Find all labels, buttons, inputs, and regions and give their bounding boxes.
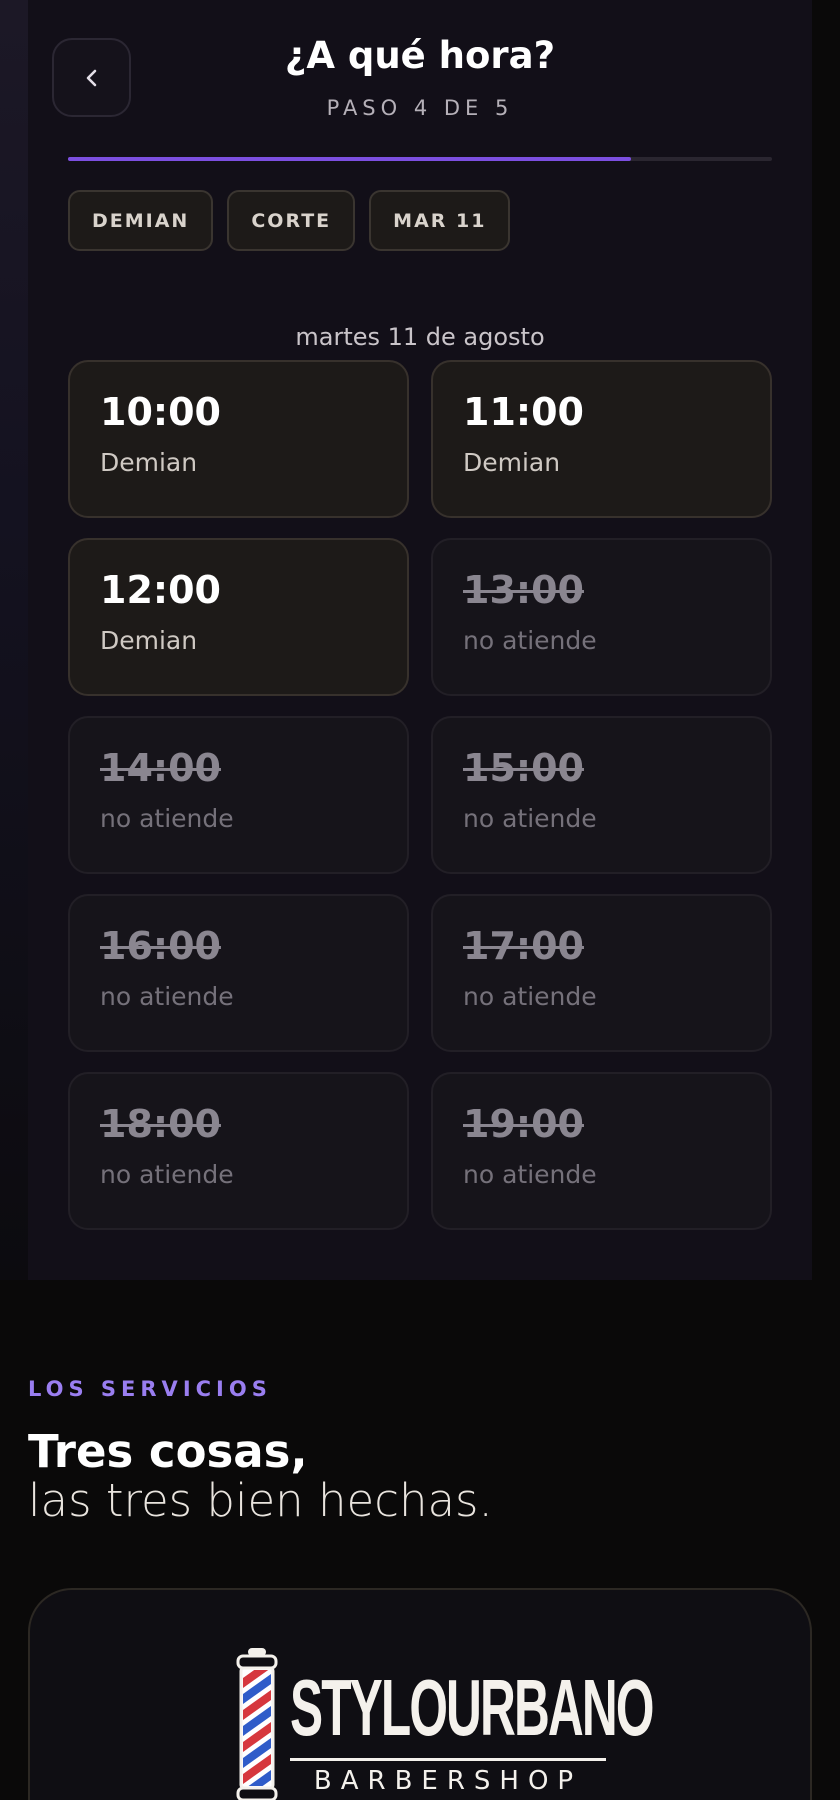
selection-summary: DEMIAN CORTE MAR 11 <box>68 190 511 251</box>
slot-time: 12:00 <box>100 568 221 612</box>
time-slot: 18:00 no atiende <box>68 1072 409 1230</box>
time-slot: 15:00 no atiende <box>431 716 772 874</box>
brand-logo: STYLOURBANO BARBERSHOP <box>234 1648 654 1800</box>
time-slot: 13:00 no atiende <box>431 538 772 696</box>
chip-service[interactable]: CORTE <box>227 190 356 251</box>
progress-bar <box>68 157 772 161</box>
date-label: martes 11 de agosto <box>295 323 545 351</box>
side-gradient <box>0 0 28 1280</box>
time-slot: 17:00 no atiende <box>431 894 772 1052</box>
slot-time: 19:00 <box>463 1102 584 1146</box>
slot-time: 13:00 <box>463 568 584 612</box>
brand-tagline: BARBERSHOP <box>313 1766 583 1796</box>
slot-status: no atiende <box>463 1159 597 1189</box>
slot-status: no atiende <box>100 981 234 1011</box>
step-indicator: PASO 4 DE 5 <box>326 96 514 120</box>
page-title: ¿A qué hora? <box>284 34 556 77</box>
slot-time: 15:00 <box>463 746 584 790</box>
slot-barber: Demian <box>100 625 198 655</box>
slot-barber: Demian <box>100 447 198 477</box>
section-eyebrow: LOS SERVICIOS <box>28 1377 272 1401</box>
slot-time: 17:00 <box>463 924 584 968</box>
slot-barber: Demian <box>463 447 561 477</box>
brand-name: STYLOURBANO <box>290 1663 654 1752</box>
time-selection-panel: ¿A qué hora? PASO 4 DE 5 DEMIAN CORTE MA… <box>28 0 812 1280</box>
brand-card: STYLOURBANO BARBERSHOP <box>28 1588 812 1800</box>
progress-fill <box>68 157 632 161</box>
slot-status: no atiende <box>463 981 597 1011</box>
time-slot[interactable]: 11:00 Demian <box>431 360 772 518</box>
time-slot: 16:00 no atiende <box>68 894 409 1052</box>
chip-barber[interactable]: DEMIAN <box>68 190 214 251</box>
logo-divider <box>290 1758 606 1761</box>
time-slot: 14:00 no atiende <box>68 716 409 874</box>
time-slot[interactable]: 10:00 Demian <box>68 360 409 518</box>
time-slot[interactable]: 12:00 Demian <box>68 538 409 696</box>
time-slot: 19:00 no atiende <box>431 1072 772 1230</box>
slot-status: no atiende <box>463 803 597 833</box>
slot-time: 14:00 <box>100 746 221 790</box>
section-title: Tres cosas, <box>28 1425 308 1478</box>
chip-date[interactable]: MAR 11 <box>369 190 511 251</box>
slot-status: no atiende <box>100 803 234 833</box>
slot-time: 18:00 <box>100 1102 221 1146</box>
time-slot-grid: 10:00 Demian 11:00 Demian 12:00 Demian 1… <box>68 360 772 1230</box>
slot-time: 11:00 <box>463 390 584 434</box>
slot-time: 16:00 <box>100 924 221 968</box>
section-subtitle: las tres bien hechas. <box>28 1474 493 1527</box>
barber-pole-icon <box>236 1648 278 1800</box>
slot-time: 10:00 <box>100 390 221 434</box>
booking-page: ¿A qué hora? PASO 4 DE 5 DEMIAN CORTE MA… <box>0 0 840 1800</box>
slot-status: no atiende <box>463 625 597 655</box>
slot-status: no atiende <box>100 1159 234 1189</box>
